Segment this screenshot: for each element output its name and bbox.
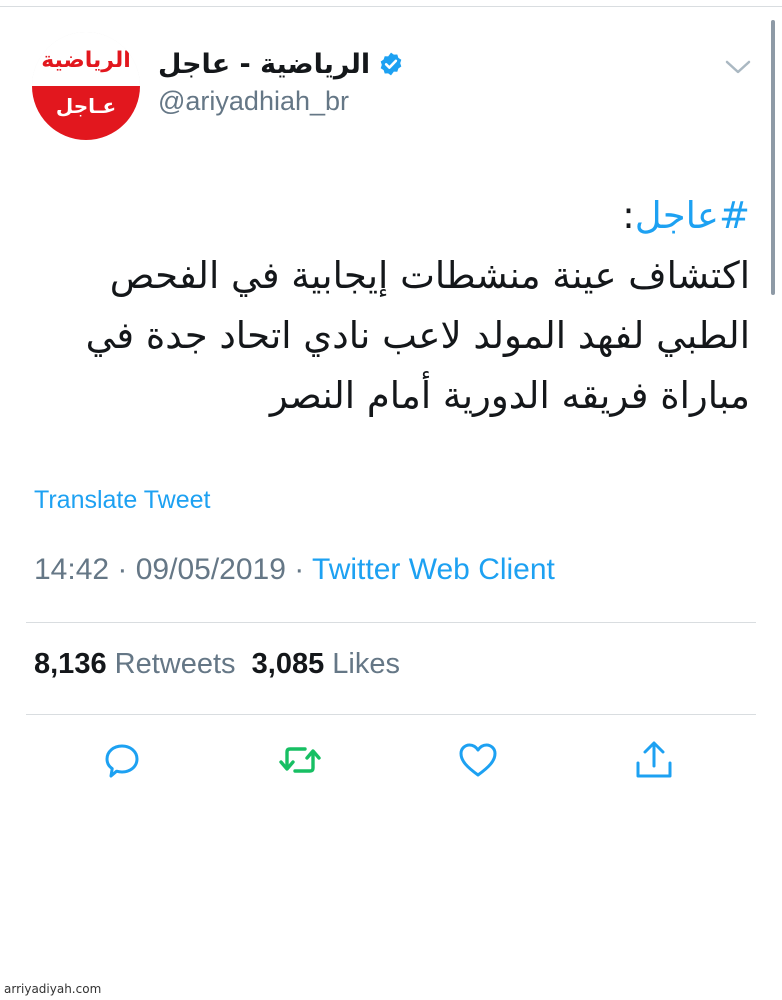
tweet-client-link[interactable]: Twitter Web Client (312, 553, 555, 586)
stats-bottom-divider (26, 714, 756, 715)
retweet-button[interactable] (278, 738, 322, 782)
meta-separator: · (109, 553, 136, 586)
like-button[interactable] (456, 738, 500, 782)
tweet-line: مباراة فريقه الدورية أمام النصر (269, 374, 750, 417)
share-icon (636, 741, 672, 778)
translate-tweet-link[interactable]: Translate Tweet (34, 486, 210, 515)
retweet-icon (279, 747, 321, 773)
tweet-line: اكتشاف عينة منشطات إيجابية في الفحص (109, 254, 750, 297)
user-handle[interactable]: @ariyadhiah_br (158, 86, 349, 117)
heart-icon (459, 743, 497, 777)
tweet-time: 14:42 (34, 553, 110, 586)
verified-badge-icon (380, 52, 402, 76)
retweets-count: 8,136 (34, 648, 107, 680)
display-name[interactable]: الرياضية - عاجل (158, 49, 370, 80)
avatar-logo-text: الرياضية (41, 48, 132, 73)
top-divider (0, 6, 782, 7)
hashtag-suffix: : (622, 194, 635, 237)
display-name-row[interactable]: الرياضية - عاجل (158, 44, 404, 84)
reply-icon (105, 744, 139, 778)
retweets-label: Retweets (114, 648, 236, 680)
tweet-date: 09/05/2019 (135, 553, 286, 586)
avatar[interactable]: الرياضية عـاجل (32, 32, 140, 140)
reply-button[interactable] (100, 738, 144, 782)
tweet-line: الطبي لفهد المولد لاعب نادي اتحاد جدة في (85, 314, 750, 357)
watermark: arriyadiyah.com (4, 982, 102, 996)
avatar-badge-text: عـاجل (55, 94, 117, 118)
likes-stat[interactable]: 3,085 Likes (252, 648, 400, 680)
stats-top-divider (26, 622, 756, 623)
retweets-stat[interactable]: 8,136 Retweets (34, 648, 236, 680)
scroll-indicator[interactable] (771, 20, 775, 295)
meta-separator: · (285, 553, 313, 586)
tweet-stats: 8,136 Retweets 3,085 Likes (34, 648, 400, 681)
likes-label: Likes (332, 648, 400, 680)
likes-count: 3,085 (251, 648, 325, 680)
tweet-text: #عاجل: اكتشاف عينة منشطات إيجابية في الف… (60, 186, 750, 426)
tweet-screen: الرياضية عـاجل الرياضية - عاجل @ariyadhi… (0, 0, 782, 1000)
tweet-line-hashtag: #عاجل: (60, 186, 750, 246)
chevron-down-icon[interactable] (724, 56, 752, 78)
share-button[interactable] (632, 738, 676, 782)
hashtag-link[interactable]: #عاجل (635, 194, 750, 237)
tweet-meta: 14:42 · 09/05/2019 · Twitter Web Client (34, 553, 555, 587)
